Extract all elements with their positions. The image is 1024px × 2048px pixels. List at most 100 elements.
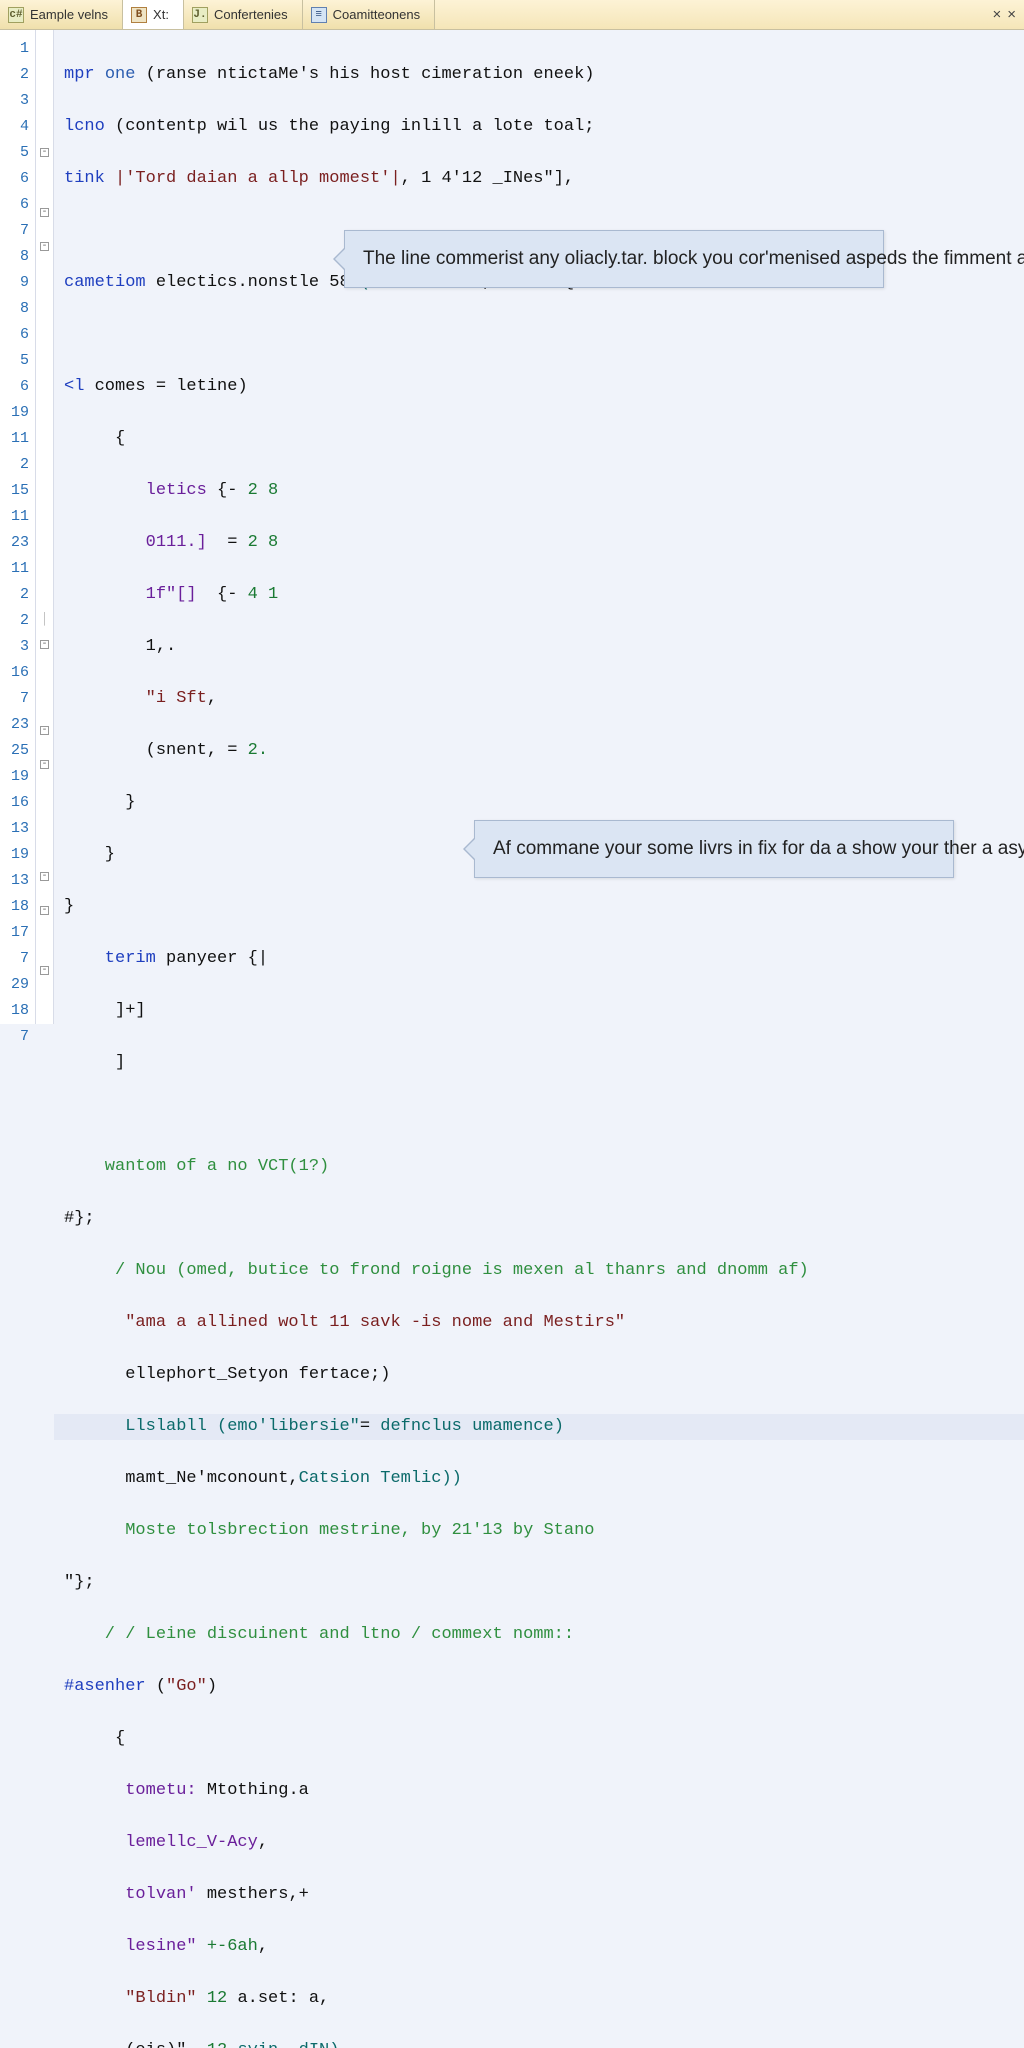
op: = xyxy=(156,377,166,396)
line-number: 19 xyxy=(0,764,29,790)
line-number-gutter: 1234566789865619112151123112231672325191… xyxy=(0,30,36,1024)
fold-toggle-icon[interactable]: - xyxy=(40,148,49,157)
keyword: tink xyxy=(64,169,105,188)
callout-comment-block: The line commerist any oliacly.tar. bloc… xyxy=(344,230,884,288)
number: 2 8 xyxy=(248,481,279,500)
number: 2. xyxy=(248,741,268,760)
op: {- xyxy=(217,481,248,500)
keyword: one xyxy=(105,65,136,84)
number: 4 1 xyxy=(248,585,279,604)
line-number: 3 xyxy=(0,634,29,660)
param: (emo'libersie" xyxy=(217,1417,360,1436)
tab-label: Eample velns xyxy=(30,7,108,22)
comment: / / Leine discuinent and ltno / commext … xyxy=(64,1625,574,1644)
comment: Moste tolsbrection mestrine, by 21'13 by… xyxy=(64,1521,595,1540)
line-number: 8 xyxy=(0,244,29,270)
line-number: 2 xyxy=(0,582,29,608)
tab-xt[interactable]: B Xt: xyxy=(123,0,184,29)
keyword: terim xyxy=(64,949,156,968)
fold-toggle-icon[interactable]: - xyxy=(40,760,49,769)
tab-confertenies[interactable]: J. Confertenies xyxy=(184,0,303,29)
code-text: (contentp wil us the paying inlill a lot… xyxy=(105,117,595,136)
string: "Bldin" xyxy=(64,1989,207,2008)
code-text: Catsion Temlic)) xyxy=(299,1469,462,1488)
identifier: mamt_Ne'mconount, xyxy=(64,1469,299,1488)
line-number: 23 xyxy=(0,530,29,556)
file-icon: ≡ xyxy=(311,7,327,23)
line-number: 19 xyxy=(0,842,29,868)
string: "Go" xyxy=(166,1677,207,1696)
line-number: 19 xyxy=(0,400,29,426)
fold-toggle-icon[interactable]: - xyxy=(40,906,49,915)
code-area[interactable]: mpr one (ranse ntictaMe's his host cimer… xyxy=(54,30,1024,1024)
number: 12- xyxy=(207,2041,238,2048)
tab-example[interactable]: c# Eample velns xyxy=(0,0,123,29)
line-number: 16 xyxy=(0,790,29,816)
line-number: 16 xyxy=(0,660,29,686)
fold-toggle-icon[interactable]: - xyxy=(40,726,49,735)
fold-toggle-icon[interactable]: - xyxy=(40,872,49,881)
tab-bar: c# Eample velns B Xt: J. Confertenies ≡ … xyxy=(0,0,1024,30)
code-text: Mtothing.a xyxy=(207,1781,309,1800)
line-number: 18 xyxy=(0,894,29,920)
brace: { xyxy=(64,429,125,448)
code-text: "}; xyxy=(64,1573,95,1592)
type: Llslabll xyxy=(64,1417,217,1436)
fold-toggle-icon[interactable]: - xyxy=(40,640,49,649)
callout-clean-comments: Af commane your some livrs in fix for da… xyxy=(474,820,954,878)
keyword: <l xyxy=(64,377,84,396)
identifier: letics xyxy=(64,481,217,500)
line-number: 2 xyxy=(0,608,29,634)
close-icon[interactable]: × xyxy=(992,6,1001,23)
line-number: 23 xyxy=(0,712,29,738)
code-text: 1,. xyxy=(64,637,176,656)
code-text: , xyxy=(258,1937,268,1956)
tab-label: Xt: xyxy=(153,7,169,22)
line-number: 29 xyxy=(0,972,29,998)
identifier: tometu: xyxy=(64,1781,207,1800)
line-number: 8 xyxy=(0,296,29,322)
tab-coamitteonens[interactable]: ≡ Coamitteonens xyxy=(303,0,435,29)
code-text: , 1 4'12 _INes"], xyxy=(401,169,574,188)
line-number: 2 xyxy=(0,452,29,478)
close-all-icon[interactable]: × xyxy=(1007,6,1016,23)
line-number: 11 xyxy=(0,556,29,582)
fold-toggle-icon[interactable]: - xyxy=(40,208,49,217)
code-text: #}; xyxy=(64,1209,95,1228)
line-number: 2 xyxy=(0,62,29,88)
identifier: tolvan' xyxy=(64,1885,207,1904)
line-number: 4 xyxy=(0,114,29,140)
fold-strip: ---│------ xyxy=(36,30,54,1024)
keyword: cametiom xyxy=(64,273,146,292)
editor: 1234566789865619112151123112231672325191… xyxy=(0,30,1024,1024)
line-number: 5 xyxy=(0,348,29,374)
identifier: electics.nonstle 58 xyxy=(146,273,360,292)
line-number: 11 xyxy=(0,504,29,530)
line-number: 6 xyxy=(0,322,29,348)
op: = xyxy=(360,1417,380,1436)
code-text: , xyxy=(258,1833,268,1852)
line-number: 25 xyxy=(0,738,29,764)
line-number: 7 xyxy=(0,946,29,972)
code-text: mesthers,+ xyxy=(207,1885,309,1904)
code-text: defnclus umamence) xyxy=(380,1417,564,1436)
fold-toggle-icon[interactable]: - xyxy=(40,242,49,251)
identifier: 0111.] xyxy=(64,533,217,552)
keyword: lcno xyxy=(64,117,105,136)
line-number: 6 xyxy=(0,374,29,400)
identifier: panyeer xyxy=(156,949,248,968)
line-number: 5 xyxy=(0,140,29,166)
identifier: (eis)" xyxy=(64,2041,207,2048)
line-number: 6 xyxy=(0,192,29,218)
paren: ( xyxy=(156,1677,166,1696)
string: "ama a allined wolt 11 savk -is nome and… xyxy=(64,1313,625,1332)
op: = xyxy=(217,741,248,760)
identifier: 1f"[] xyxy=(64,585,217,604)
identifier: comes xyxy=(84,377,155,396)
keyword: #asenher xyxy=(64,1677,156,1696)
code-text: ]+] xyxy=(64,1001,146,1020)
file-icon: J. xyxy=(192,7,208,23)
code-text: a.set: a, xyxy=(237,1989,329,2008)
fold-toggle-icon[interactable]: - xyxy=(40,966,49,975)
line-number: 6 xyxy=(0,166,29,192)
